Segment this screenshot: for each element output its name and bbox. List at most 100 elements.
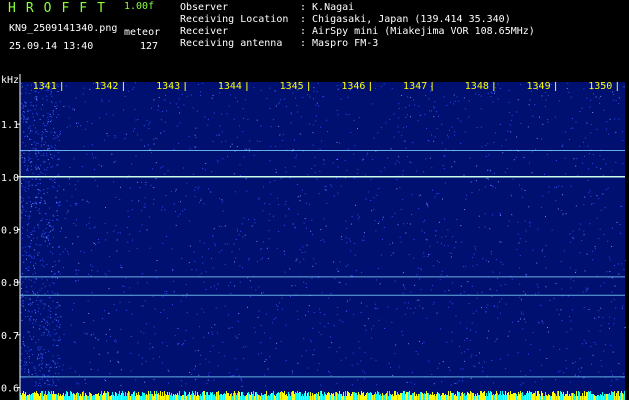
noise-dot xyxy=(98,164,100,166)
noise-dot xyxy=(317,105,319,107)
noise-dot xyxy=(581,240,583,242)
bottom-bar-segment xyxy=(612,392,613,400)
bottom-bar-segment xyxy=(499,394,500,400)
bottom-bar-segment xyxy=(548,394,549,400)
noise-dot xyxy=(428,254,430,256)
noise-dot xyxy=(520,83,521,85)
noise-dot xyxy=(592,259,594,261)
noise-dot xyxy=(535,293,537,295)
noise-dot xyxy=(35,278,37,280)
noise-dot xyxy=(29,125,31,127)
bottom-bar-segment xyxy=(61,396,62,400)
noise-dot xyxy=(40,171,42,173)
noise-dot xyxy=(58,327,60,329)
bottom-bar-segment xyxy=(603,396,604,400)
noise-dot xyxy=(33,141,35,143)
noise-dot xyxy=(38,358,40,359)
noise-dot xyxy=(32,113,34,115)
noise-dot xyxy=(316,178,318,180)
noise-dot xyxy=(39,168,40,170)
noise-dot xyxy=(46,329,48,331)
noise-dot xyxy=(394,353,396,355)
noise-dot xyxy=(37,142,39,144)
noise-dot xyxy=(21,107,23,109)
noise-dot xyxy=(242,108,244,110)
bottom-bar-segment xyxy=(400,393,401,400)
noise-dot xyxy=(277,197,278,199)
noise-dot xyxy=(213,112,215,114)
noise-dot xyxy=(75,280,77,282)
noise-dot xyxy=(57,272,59,273)
bottom-bar-segment xyxy=(260,396,261,400)
noise-dot xyxy=(55,307,57,309)
noise-dot xyxy=(41,137,43,139)
noise-dot xyxy=(583,307,585,308)
bottom-bar-segment xyxy=(333,393,334,400)
noise-dot xyxy=(29,319,31,321)
bottom-bar-segment xyxy=(49,392,50,400)
noise-dot xyxy=(345,265,347,267)
noise-dot xyxy=(119,232,121,234)
bottom-bar-segment xyxy=(615,396,616,400)
bottom-bar-segment xyxy=(471,392,472,400)
bottom-bar-segment xyxy=(256,392,257,400)
noise-dot xyxy=(572,309,574,311)
noise-dot xyxy=(22,200,24,202)
noise-dot xyxy=(397,126,399,128)
noise-dot xyxy=(266,247,268,249)
bottom-bar-segment xyxy=(157,394,158,400)
noise-dot xyxy=(86,224,87,226)
noise-dot xyxy=(144,381,146,383)
noise-dot xyxy=(115,225,117,227)
bottom-bar-segment xyxy=(581,396,582,400)
noise-dot xyxy=(333,195,335,197)
noise-dot xyxy=(33,258,35,259)
noise-dot xyxy=(128,301,130,303)
noise-dot xyxy=(120,328,122,330)
noise-dot xyxy=(169,102,171,104)
noise-dot xyxy=(388,362,390,364)
noise-dot xyxy=(475,355,477,356)
noise-dot xyxy=(295,154,297,156)
noise-dot xyxy=(31,165,32,167)
noise-dot xyxy=(73,223,75,224)
noise-dot xyxy=(215,307,217,309)
bottom-bar-segment xyxy=(68,396,69,400)
bottom-bar-segment xyxy=(310,392,311,400)
noise-dot xyxy=(164,99,166,101)
noise-dot xyxy=(444,244,445,246)
noise-dot xyxy=(194,260,196,262)
noise-dot xyxy=(24,278,26,280)
noise-dot xyxy=(135,82,136,84)
bottom-bar-segment xyxy=(445,394,446,400)
noise-dot xyxy=(162,166,164,168)
noise-dot xyxy=(259,141,261,142)
noise-dot xyxy=(26,267,28,269)
noise-dot xyxy=(22,281,24,283)
bottom-bar-segment xyxy=(170,395,171,400)
noise-dot xyxy=(264,361,266,362)
bottom-bar-segment xyxy=(415,396,416,400)
noise-dot xyxy=(194,196,196,198)
noise-dot xyxy=(455,315,457,317)
noise-dot xyxy=(28,159,30,161)
noise-dot xyxy=(21,304,23,306)
bottom-bar-segment xyxy=(131,394,132,400)
bottom-bar-segment xyxy=(138,392,139,400)
noise-dot xyxy=(507,335,509,337)
noise-dot xyxy=(579,111,581,112)
noise-dot xyxy=(451,331,453,333)
noise-dot xyxy=(311,234,313,236)
noise-dot xyxy=(291,372,293,374)
noise-dot xyxy=(42,326,44,328)
noise-dot xyxy=(570,278,572,280)
noise-dot xyxy=(40,164,42,166)
bottom-bar-segment xyxy=(142,392,143,400)
noise-dot xyxy=(337,306,339,308)
x-tick-label: 1349 xyxy=(527,81,551,92)
noise-dot xyxy=(539,116,540,118)
noise-dot xyxy=(54,178,56,180)
noise-dot xyxy=(163,309,165,311)
noise-dot xyxy=(288,209,290,210)
noise-dot xyxy=(537,228,539,230)
